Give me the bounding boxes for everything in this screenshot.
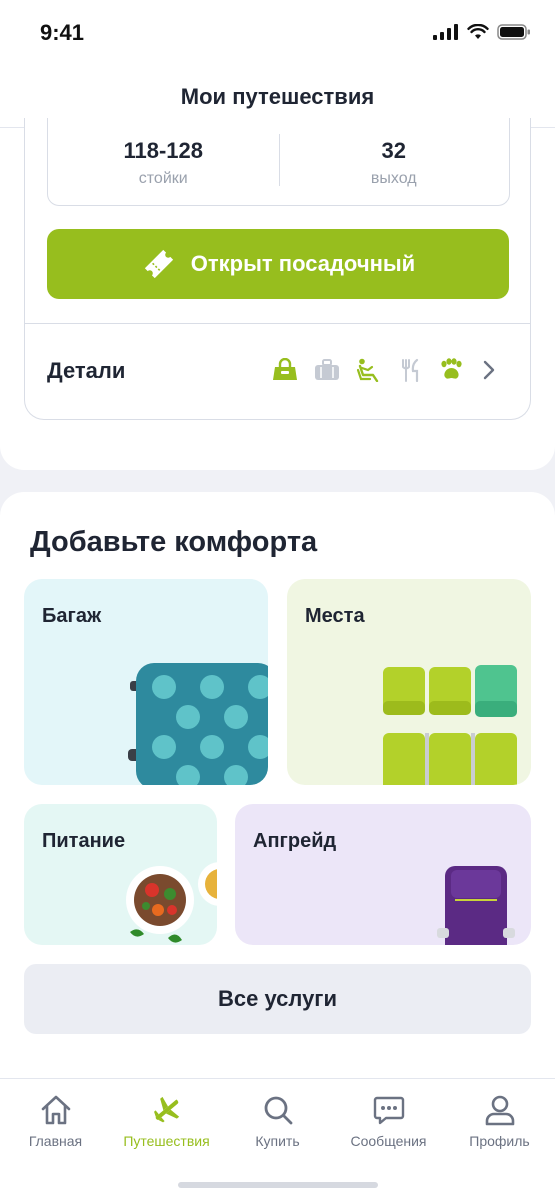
pet-icon: [441, 358, 462, 379]
counters-info: 118-128 стойки: [48, 118, 279, 205]
tab-home[interactable]: Главная: [0, 1093, 111, 1149]
seats-tile[interactable]: Места: [287, 579, 531, 785]
boarding-pass-label: Открыт посадочный: [190, 251, 416, 276]
tab-messages-label: Сообщения: [350, 1133, 427, 1149]
tab-trips[interactable]: Путешествия: [111, 1093, 222, 1149]
tab-messages[interactable]: Сообщения: [333, 1093, 444, 1149]
food-image: [126, 862, 217, 943]
battery-icon: [497, 24, 530, 40]
tab-bar: Главная Путешествия Купить Сообщения Про…: [0, 1078, 555, 1200]
meal-icon: [402, 358, 419, 382]
tab-buy[interactable]: Купить: [222, 1093, 333, 1149]
counters-label: стойки: [138, 170, 188, 187]
status-bar: 9:41: [0, 0, 555, 66]
details-icons: [272, 358, 498, 382]
checkin-info-box: 118-128 стойки 32 выход: [47, 118, 510, 206]
luggage-tile[interactable]: Багаж: [24, 579, 268, 785]
details-label: Детали: [47, 358, 126, 383]
suitcase-icon: [315, 359, 339, 380]
profile-icon: [485, 1095, 514, 1126]
page-title: Мои путешествия: [180, 84, 375, 109]
status-time: 9:41: [40, 20, 85, 45]
details-row[interactable]: Детали: [25, 324, 530, 420]
tab-profile[interactable]: Профиль: [444, 1093, 555, 1149]
upgrade-label: Апгрейд: [253, 830, 337, 852]
counters-value: 118-128: [123, 138, 204, 163]
booking-section: 118-128 стойки 32 выход Открыт посадочны…: [0, 118, 555, 470]
comfort-title: Добавьте комфорта: [30, 526, 318, 558]
tab-home-label: Главная: [28, 1133, 83, 1149]
home-indicator: [178, 1182, 378, 1188]
tab-buy-label: Купить: [255, 1133, 300, 1149]
seats-image: [383, 665, 517, 785]
food-tile[interactable]: Питание: [24, 804, 217, 945]
seat-icon: [356, 358, 379, 382]
all-services-button[interactable]: Все услуги: [24, 964, 531, 1034]
booking-card: 118-128 стойки 32 выход Открыт посадочны…: [24, 118, 531, 420]
status-icons: [433, 24, 531, 40]
search-icon: [264, 1096, 292, 1125]
bag-icon: [273, 358, 297, 380]
ticket-icon: [144, 249, 173, 279]
suitcase-image: [128, 663, 268, 785]
luggage-label: Багаж: [42, 605, 102, 627]
messages-icon: [373, 1096, 404, 1125]
upgrade-tile[interactable]: Апгрейд: [235, 804, 531, 945]
tab-profile-label: Профиль: [469, 1133, 530, 1149]
gate-label: выход: [370, 170, 417, 187]
home-icon: [41, 1095, 70, 1125]
plane-icon: [153, 1096, 179, 1123]
gate-value: 32: [381, 138, 406, 163]
comfort-section: Добавьте комфорта Багаж Места Питание Ап…: [0, 492, 555, 1078]
seats-label: Места: [305, 605, 365, 627]
upgrade-seat-image: [437, 866, 515, 945]
wifi-icon: [467, 24, 489, 39]
food-label: Питание: [42, 830, 126, 852]
gate-info: 32 выход: [279, 118, 510, 205]
chevron-right-icon: [483, 360, 495, 380]
signal-icon: [433, 24, 458, 40]
boarding-pass-button[interactable]: Открыт посадочный: [47, 229, 509, 299]
tab-trips-label: Путешествия: [123, 1133, 210, 1149]
